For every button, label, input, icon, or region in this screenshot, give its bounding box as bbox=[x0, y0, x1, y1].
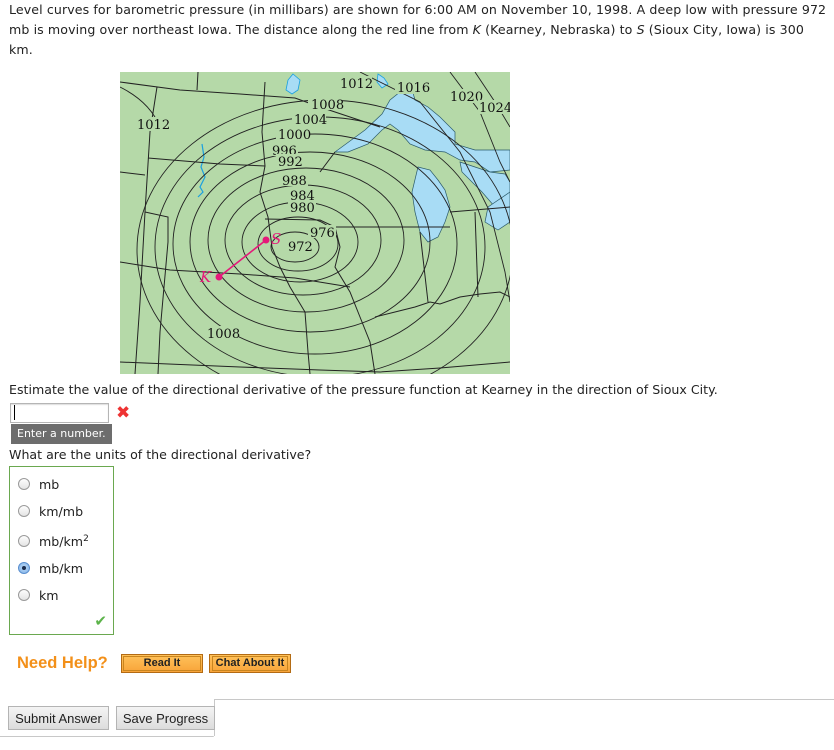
hint-tooltip: Enter a number. bbox=[11, 424, 112, 444]
option-label: mb/km2 bbox=[39, 534, 89, 549]
question-units: What are the units of the directional de… bbox=[9, 447, 312, 462]
correct-check-icon: ✔ bbox=[94, 612, 107, 630]
units-option-mb-per-km[interactable]: mb/km bbox=[18, 558, 83, 578]
radio-button[interactable] bbox=[18, 478, 30, 490]
units-option-km-per-mb[interactable]: km/mb bbox=[18, 501, 83, 521]
intro-k-label: K bbox=[472, 22, 482, 37]
contour-label: 1008 bbox=[311, 98, 344, 113]
contour-label: 1000 bbox=[278, 128, 311, 143]
intro-s-label: S bbox=[636, 22, 645, 37]
pressure-contour-map: K S 1012 1016 1020 1024 1008 1004 1000 9… bbox=[120, 72, 510, 374]
contour-label: 1024 bbox=[479, 101, 510, 116]
panel-divider-bottom bbox=[0, 736, 214, 737]
question-directional-derivative-value: Estimate the value of the directional de… bbox=[9, 382, 718, 397]
point-k-label: K bbox=[199, 268, 212, 286]
read-it-label: Read It bbox=[123, 656, 201, 671]
contour-label: 992 bbox=[278, 155, 303, 170]
contour-label: 1008 bbox=[207, 327, 240, 342]
radio-button[interactable] bbox=[18, 535, 30, 547]
option-label: km bbox=[39, 587, 59, 603]
text-cursor bbox=[14, 405, 15, 420]
option-superscript: 2 bbox=[83, 533, 89, 544]
units-option-km[interactable]: km bbox=[18, 585, 59, 605]
units-option-mb-per-km2[interactable]: mb/km2 bbox=[18, 531, 89, 551]
option-label: mb bbox=[39, 476, 60, 492]
point-s-label: S bbox=[271, 230, 281, 248]
need-help-label: Need Help? bbox=[17, 654, 108, 672]
contour-label: 1016 bbox=[397, 81, 430, 96]
submit-answer-button[interactable]: Submit Answer bbox=[8, 706, 109, 730]
contour-label: 1004 bbox=[294, 113, 327, 128]
radio-button[interactable] bbox=[18, 589, 30, 601]
contour-label: 972 bbox=[288, 240, 313, 255]
panel-divider-top bbox=[215, 699, 834, 700]
intro-text-2: (Kearney, Nebraska) to bbox=[481, 22, 637, 37]
read-it-button[interactable]: Read It bbox=[121, 654, 203, 673]
point-s-marker bbox=[262, 236, 270, 244]
contour-label: 1012 bbox=[340, 77, 373, 92]
units-option-mb[interactable]: mb bbox=[18, 474, 59, 494]
option-label: mb/km bbox=[39, 560, 84, 576]
problem-statement: Level curves for barometric pressure (in… bbox=[9, 0, 829, 60]
save-progress-button[interactable]: Save Progress bbox=[116, 706, 215, 730]
contour-label: 988 bbox=[282, 174, 307, 189]
option-label-text: mb/km bbox=[39, 533, 84, 549]
radio-button-selected[interactable] bbox=[18, 562, 30, 574]
contour-label: 1012 bbox=[137, 118, 170, 133]
directional-derivative-input[interactable] bbox=[10, 403, 109, 423]
units-radio-group: mb km/mb mb/km2 mb/km km ✔ bbox=[9, 466, 114, 635]
option-label: km/mb bbox=[39, 503, 84, 519]
chat-about-it-button[interactable]: Chat About It bbox=[209, 654, 291, 673]
chat-about-it-label: Chat About It bbox=[211, 656, 289, 671]
incorrect-x-icon: ✖ bbox=[116, 403, 131, 423]
contour-label: 980 bbox=[290, 201, 315, 216]
contour-label: 976 bbox=[310, 226, 335, 241]
radio-button[interactable] bbox=[18, 505, 30, 517]
point-k-marker bbox=[215, 273, 223, 281]
